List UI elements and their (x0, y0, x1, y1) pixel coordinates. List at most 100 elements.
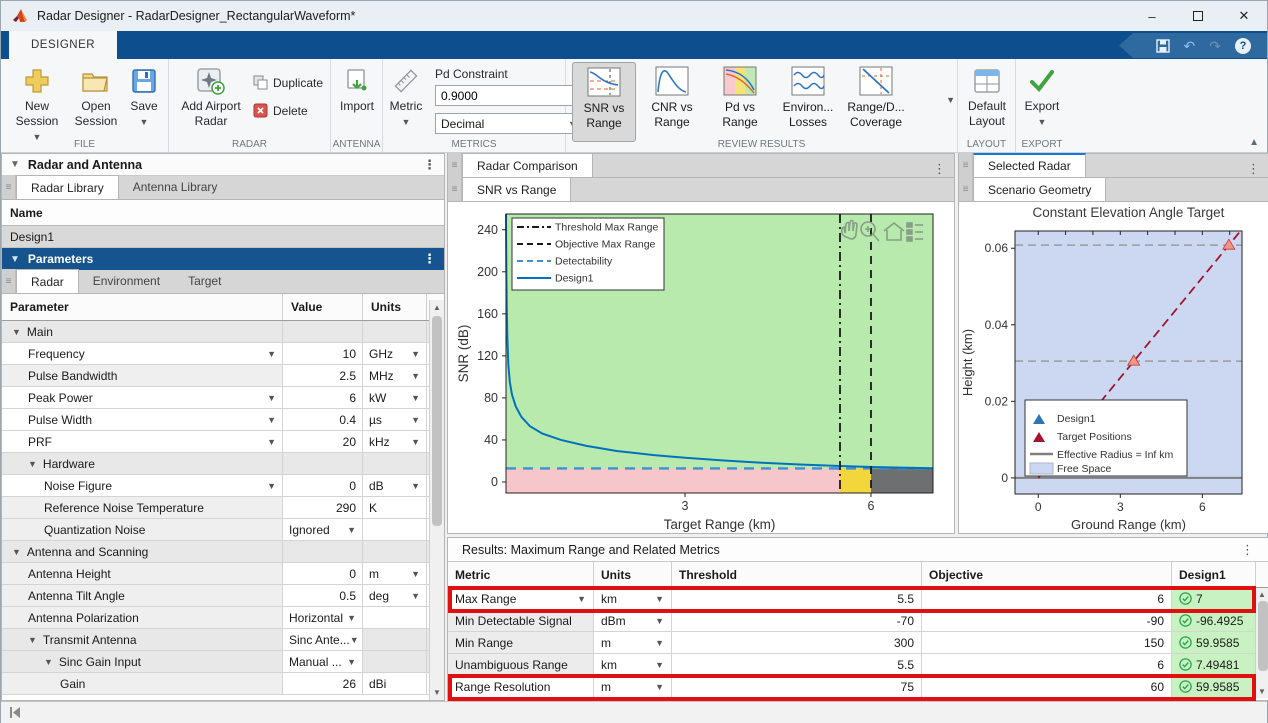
tab-radar-comparison[interactable]: Radar Comparison (462, 153, 593, 177)
open-session-button[interactable]: OpenSession (69, 63, 123, 129)
default-layout-button[interactable]: DefaultLayout (961, 63, 1013, 129)
param-value[interactable]: 20 (343, 435, 356, 449)
param-value[interactable]: 6 (349, 391, 356, 405)
param-row-pulse-bandwidth[interactable]: Pulse Bandwidth2.5MHz▼ (2, 365, 444, 387)
threshold-value[interactable]: 300 (672, 632, 922, 653)
units-dropdown-icon[interactable]: ▼ (411, 371, 420, 381)
objective-value[interactable]: 6 (922, 654, 1172, 675)
drag-handle-icon[interactable]: ≡ (448, 177, 462, 201)
metric-button[interactable]: Metric▼ (385, 63, 427, 130)
drag-handle-icon[interactable]: ≡ (2, 269, 16, 293)
param-value[interactable]: Manual ... (289, 655, 342, 669)
param-row-antenna-tilt-angle[interactable]: Antenna Tilt Angle0.5deg▼ (2, 585, 444, 607)
add-airport-radar-button[interactable]: Add AirportRadar (175, 63, 247, 129)
param-value[interactable]: 0 (349, 479, 356, 493)
delete-button[interactable]: Delete (253, 103, 308, 118)
collapse-triangle-icon[interactable]: ▼ (10, 254, 20, 265)
panel-menu-icon[interactable]: ⋮ (423, 157, 436, 173)
tab-environment[interactable]: Environment (79, 269, 174, 293)
param-value[interactable]: 26 (343, 677, 356, 691)
scroll-down-icon[interactable]: ▼ (430, 688, 444, 697)
gallery-item-range-d-coverage[interactable]: Range/D...Coverage (844, 62, 908, 142)
units-dropdown-icon[interactable]: ▼ (411, 349, 420, 359)
scrollbar-thumb[interactable] (432, 316, 442, 526)
collapse-panel-left-icon[interactable] (9, 707, 21, 718)
units-dropdown-icon[interactable]: ▼ (411, 393, 420, 403)
group-collapse-icon[interactable]: ▼ (12, 327, 21, 337)
param-row-antenna-polarization[interactable]: Antenna PolarizationHorizontal▼ (2, 607, 444, 629)
units-dropdown-icon[interactable]: ▼ (411, 415, 420, 425)
group-collapse-icon[interactable]: ▼ (28, 635, 37, 645)
group-collapse-icon[interactable]: ▼ (12, 547, 21, 557)
units-dropdown-icon[interactable]: ▼ (411, 591, 420, 601)
param-value[interactable]: 0.5 (339, 589, 356, 603)
legend-menu-icon[interactable] (907, 223, 923, 241)
result-row-unambiguous-range[interactable]: Unambiguous Rangekm▼5.567.49481 (448, 654, 1268, 676)
objective-value[interactable]: 6 (922, 588, 1172, 609)
tab-selected-radar[interactable]: Selected Radar (973, 153, 1086, 177)
param-dropdown-icon[interactable]: ▼ (267, 349, 276, 359)
param-row-noise-figure[interactable]: Noise Figure▼0dB▼ (2, 475, 444, 497)
units-dropdown-icon[interactable]: ▼ (655, 638, 664, 648)
param-dropdown-icon[interactable]: ▼ (267, 415, 276, 425)
drag-handle-icon[interactable]: ≡ (959, 177, 973, 201)
drag-handle-icon[interactable]: ≡ (2, 175, 16, 199)
units-dropdown-icon[interactable]: ▼ (411, 481, 420, 491)
param-row-peak-power[interactable]: Peak Power▼6kW▼ (2, 387, 444, 409)
scroll-down-icon[interactable]: ▼ (1256, 687, 1268, 696)
group-collapse-icon[interactable]: ▼ (44, 657, 53, 667)
param-row-frequency[interactable]: Frequency▼10GHz▼ (2, 343, 444, 365)
units-dropdown-icon[interactable]: ▼ (655, 660, 664, 670)
param-row-antenna-and-scanning[interactable]: ▼Antenna and Scanning (2, 541, 444, 563)
units-dropdown-icon[interactable]: ▼ (655, 594, 664, 604)
help-icon[interactable]: ? (1235, 38, 1251, 54)
param-row-gain[interactable]: Gain26dBi (2, 673, 444, 695)
param-dropdown-icon[interactable]: ▼ (267, 393, 276, 403)
result-row-min-detectable-signal[interactable]: Min Detectable SignaldBm▼-70-90-96.4925 (448, 610, 1268, 632)
threshold-value[interactable]: 5.5 (672, 588, 922, 609)
units-dropdown-icon[interactable]: ▼ (411, 569, 420, 579)
new-session-button[interactable]: NewSession ▼ (11, 63, 63, 145)
units-dropdown-icon[interactable]: ▼ (655, 682, 664, 692)
gallery-item-snr-vsrange[interactable]: SNR vsRange (572, 62, 636, 142)
value-dropdown-icon[interactable]: ▼ (347, 613, 356, 623)
result-row-max-range[interactable]: Max Range▼km▼5.567 (448, 588, 1268, 610)
value-dropdown-icon[interactable]: ▼ (347, 657, 356, 667)
save-button[interactable]: Save▼ (125, 63, 163, 130)
panel-menu-icon[interactable]: ⋮ (423, 251, 436, 267)
drag-handle-icon[interactable]: ≡ (959, 153, 973, 177)
param-row-main[interactable]: ▼Main (2, 321, 444, 343)
tab-antenna-library[interactable]: Antenna Library (119, 175, 232, 199)
param-value[interactable]: Ignored (289, 523, 330, 537)
quick-save-icon[interactable] (1156, 39, 1170, 53)
value-dropdown-icon[interactable]: ▼ (347, 525, 356, 535)
export-button[interactable]: Export▼ (1019, 63, 1065, 130)
param-row-sinc-gain-input[interactable]: ▼Sinc Gain InputManual ...▼ (2, 651, 444, 673)
scroll-up-icon[interactable]: ▲ (1256, 590, 1268, 599)
gallery-item-pd-vsrange[interactable]: Pd vsRange (708, 62, 772, 142)
param-value[interactable]: 0.4 (339, 413, 356, 427)
minimize-button[interactable]: – (1129, 1, 1175, 31)
param-value[interactable]: 2.5 (339, 369, 356, 383)
threshold-value[interactable]: -70 (672, 610, 922, 631)
threshold-value[interactable]: 5.5 (672, 654, 922, 675)
objective-value[interactable]: 60 (922, 676, 1172, 697)
param-row-pulse-width[interactable]: Pulse Width▼0.4µs▼ (2, 409, 444, 431)
tab-radar[interactable]: Radar (16, 269, 79, 293)
scroll-up-icon[interactable]: ▲ (430, 303, 444, 312)
units-dropdown-icon[interactable]: ▼ (655, 616, 664, 626)
format-select[interactable]: Decimal▼ (435, 113, 583, 134)
collapse-triangle-icon[interactable]: ▼ (10, 159, 20, 170)
result-row-min-range[interactable]: Min Rangem▼30015059.9585 (448, 632, 1268, 654)
param-row-reference-noise-temperature[interactable]: Reference Noise Temperature290K (2, 497, 444, 519)
gallery-item-cnr-vsrange[interactable]: CNR vsRange (640, 62, 704, 142)
tab-designer[interactable]: DESIGNER (9, 31, 117, 59)
panel-menu-icon[interactable]: ⋮ (1241, 542, 1254, 558)
snr-vs-range-chart[interactable]: 0408012016020024036Target Range (km)SNR … (448, 202, 954, 535)
param-value[interactable]: 0 (349, 567, 356, 581)
param-row-prf[interactable]: PRF▼20kHz▼ (2, 431, 444, 453)
param-row-transmit-antenna[interactable]: ▼Transmit AntennaSinc Ante...▼ (2, 629, 444, 651)
units-dropdown-icon[interactable]: ▼ (411, 437, 420, 447)
objective-value[interactable]: -90 (922, 610, 1172, 631)
param-dropdown-icon[interactable]: ▼ (267, 437, 276, 447)
